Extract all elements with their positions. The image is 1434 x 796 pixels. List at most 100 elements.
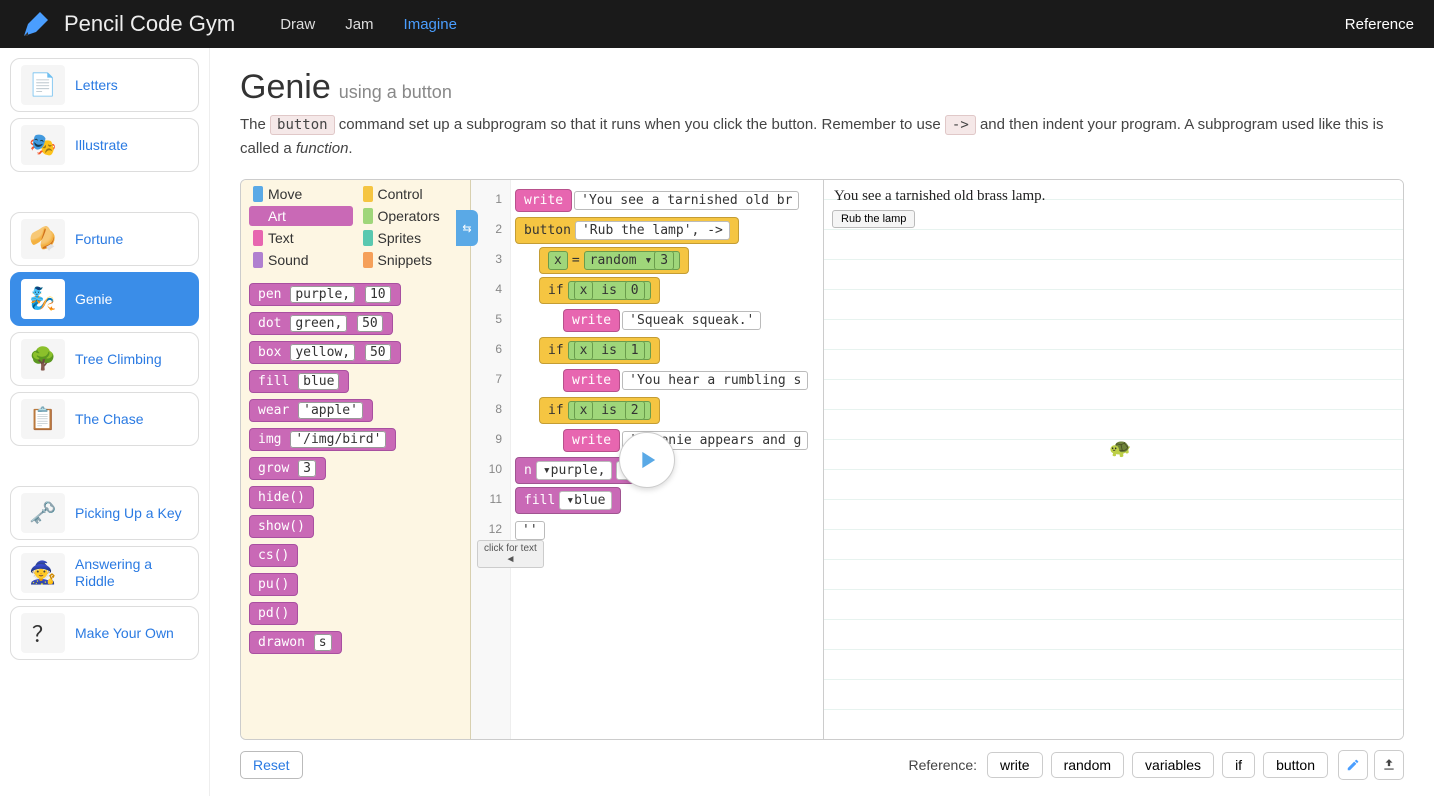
code-line[interactable]: write'Squeak squeak.': [563, 307, 823, 334]
palette-blocks: pen purple, 10 dot green, 50 box yellow, 5…: [241, 274, 470, 739]
palette-block-cs[interactable]: cs(): [249, 544, 298, 567]
output-button-rub[interactable]: Rub the lamp: [832, 210, 915, 228]
sidebar-item-make-your-own[interactable]: ？ Make Your Own: [10, 606, 199, 660]
reference-link[interactable]: Reference: [1345, 16, 1414, 33]
palette-block-show[interactable]: show(): [249, 515, 314, 538]
sidebar-icon: 🗝️: [21, 493, 65, 533]
ref-btn-random[interactable]: random: [1051, 752, 1124, 778]
code-line[interactable]: if x is 0: [539, 277, 823, 304]
swatch-icon: [253, 230, 263, 246]
ref-btn-button[interactable]: button: [1263, 752, 1328, 778]
tab-imagine[interactable]: Imagine: [389, 0, 472, 48]
play-button[interactable]: [619, 432, 675, 488]
page-description: The button command set up a subprogram s…: [240, 113, 1404, 161]
sidebar-label: Illustrate: [75, 137, 128, 154]
sidebar-label: Make Your Own: [75, 625, 174, 642]
edit-icon-button[interactable]: [1338, 750, 1368, 780]
sidebar-item-letters[interactable]: 📄Letters: [10, 58, 199, 112]
palette-cat-control[interactable]: Control: [359, 184, 463, 204]
line-number: 3: [471, 244, 502, 274]
palette-block-wear[interactable]: wear 'apple': [249, 399, 373, 422]
output-text: You see a tarnished old brass lamp.: [834, 188, 1045, 205]
palette-cat-sound[interactable]: Sound: [249, 250, 353, 270]
palette-block-dot[interactable]: dot green, 50: [249, 312, 393, 335]
sidebar-label: Letters: [75, 77, 118, 94]
swatch-icon: [363, 186, 373, 202]
ref-btn-variables[interactable]: variables: [1132, 752, 1214, 778]
swatch-icon: [363, 252, 373, 268]
palette-toggle[interactable]: ⇆: [456, 210, 478, 246]
palette-cat-sprites[interactable]: Sprites: [359, 228, 463, 248]
app-header: Pencil Code Gym Draw Jam Imagine Referen…: [0, 0, 1434, 48]
sidebar-icon: 🎭: [21, 125, 65, 165]
sidebar-label: Genie: [75, 291, 112, 308]
code-line[interactable]: x = random ▾3: [539, 247, 823, 274]
ref-btn-if[interactable]: if: [1222, 752, 1255, 778]
sidebar-item-illustrate[interactable]: 🎭 Illustrate: [10, 118, 199, 172]
code-line[interactable]: write'A genie appears and g: [563, 427, 823, 454]
click-for-text-badge[interactable]: click for text◄: [477, 540, 544, 568]
line-number: 8: [471, 394, 502, 424]
tab-jam[interactable]: Jam: [330, 0, 388, 48]
sidebar-item-tree-climbing[interactable]: 🌳Tree Climbing: [10, 332, 199, 386]
sidebar-item-fortune[interactable]: 🥠Fortune: [10, 212, 199, 266]
palette-cat-operators[interactable]: Operators: [359, 206, 463, 226]
palette-block-pd[interactable]: pd(): [249, 602, 298, 625]
code-line[interactable]: [515, 547, 823, 574]
code-line[interactable]: '': [515, 517, 823, 544]
sidebar-item-answering-a-riddle[interactable]: 🧙 Answering a Riddle: [10, 546, 199, 600]
sidebar-label: Tree Climbing: [75, 351, 162, 368]
sidebar-icon: 📋: [21, 399, 65, 439]
swatch-icon: [253, 252, 263, 268]
palette-block-fill[interactable]: fill blue: [249, 370, 349, 393]
code-chip-button: button: [270, 115, 335, 135]
code-line[interactable]: write'You see a tarnished old br: [515, 187, 823, 214]
editor: ⇆ Move Control Art Operators Text Sprites Soun…: [240, 179, 1404, 740]
share-icon-button[interactable]: [1374, 750, 1404, 780]
tab-draw[interactable]: Draw: [265, 0, 330, 48]
line-number: 6: [471, 334, 502, 364]
palette-cat-snippets[interactable]: Snippets: [359, 250, 463, 270]
line-number: 9: [471, 424, 502, 454]
line-gutter: 12345678910111213: [471, 180, 511, 739]
block-palette: Move Control Art Operators Text Sprites Sound S…: [241, 180, 471, 739]
code-line[interactable]: if x is 2: [539, 397, 823, 424]
palette-cat-move[interactable]: Move: [249, 184, 353, 204]
palette-block-box[interactable]: box yellow, 50: [249, 341, 401, 364]
sidebar-icon: ？: [21, 613, 65, 653]
line-number: 11: [471, 484, 502, 514]
code-editor[interactable]: 12345678910111213 write'You see a tarnis…: [471, 180, 823, 739]
line-number: 7: [471, 364, 502, 394]
sidebar-item-genie[interactable]: 🧞Genie: [10, 272, 199, 326]
line-number: 4: [471, 274, 502, 304]
nav-tabs: Draw Jam Imagine: [265, 0, 472, 48]
line-number: 1: [471, 184, 502, 214]
palette-block-drawon[interactable]: drawon s: [249, 631, 342, 654]
brand-title: Pencil Code Gym: [64, 11, 235, 37]
reset-button[interactable]: Reset: [240, 751, 303, 779]
sidebar-item-picking-up-a-key[interactable]: 🗝️ Picking Up a Key: [10, 486, 199, 540]
ref-btn-write[interactable]: write: [987, 752, 1043, 778]
code-line[interactable]: if x is 1: [539, 337, 823, 364]
page-subtitle: using a button: [339, 82, 452, 103]
footer-bar: Reset Reference: writerandomvariablesifb…: [240, 740, 1404, 786]
reference-buttons: write random variables if button: [987, 752, 1328, 778]
palette-block-img[interactable]: img '/img/bird': [249, 428, 396, 451]
sidebar-icon: 🧙: [21, 553, 65, 593]
code-line[interactable]: write'You hear a rumbling s: [563, 367, 823, 394]
palette-block-hide[interactable]: hide(): [249, 486, 314, 509]
palette-cat-text[interactable]: Text: [249, 228, 353, 248]
palette-block-grow[interactable]: grow 3: [249, 457, 326, 480]
sidebar-label: Answering a Riddle: [75, 556, 188, 590]
palette-categories: Move Control Art Operators Text Sprites Sound S…: [241, 180, 470, 274]
swatch-icon: [363, 230, 373, 246]
palette-block-pen[interactable]: pen purple, 10: [249, 283, 401, 306]
code-line[interactable]: fill ▾blue: [515, 487, 823, 514]
code-line[interactable]: button 'Rub the lamp', ->: [515, 217, 823, 244]
palette-cat-art[interactable]: Art: [249, 206, 353, 226]
palette-block-pu[interactable]: pu(): [249, 573, 298, 596]
sidebar-label: The Chase: [75, 411, 143, 428]
sidebar-label: Picking Up a Key: [75, 505, 182, 522]
pencil-logo-icon: [20, 8, 52, 40]
sidebar-item-the-chase[interactable]: 📋 The Chase: [10, 392, 199, 446]
